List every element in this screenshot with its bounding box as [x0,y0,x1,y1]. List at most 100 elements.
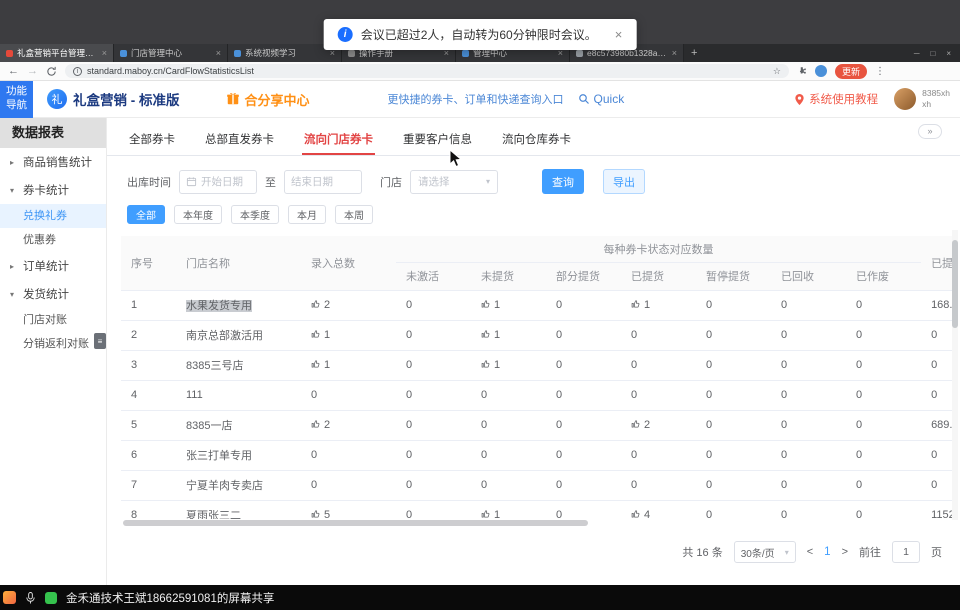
search-button[interactable]: 查询 [542,169,584,194]
sidebar-item-shipping-stats[interactable]: ▾ 发货统计 [0,280,106,308]
hscroll-thumb[interactable] [123,520,588,526]
cell-value: 0 [846,440,921,470]
chevron-down-icon: ▾ [486,177,490,186]
status-column-header: 未提货 [471,262,546,290]
cell-value[interactable]: 1 [301,320,396,350]
quick-filter-button[interactable]: 全部 [127,205,165,224]
close-window-icon[interactable]: × [946,49,951,58]
cell-value: 0 [546,440,621,470]
store-name: 水果发货专用 [186,300,252,312]
sidebar-item-product-sales[interactable]: ▸ 商品销售统计 [0,148,106,176]
start-date-placeholder: 开始日期 [201,174,243,189]
cell-value[interactable]: 2 [301,290,396,320]
browser-menu-icon[interactable]: ⋮ [875,66,885,77]
main-tab[interactable]: 总部直发券卡 [203,126,276,155]
export-button[interactable]: 导出 [603,169,645,194]
brand-title: 礼盒营销 - 标准版 [73,89,180,109]
new-tab-button[interactable]: + [691,47,697,59]
horizontal-scrollbar[interactable] [121,519,954,527]
cell-index: 1 [121,290,176,320]
sidebar-collapse-handle[interactable]: ≡ [94,333,106,349]
cell-value[interactable]: 4 [621,500,696,519]
browser-profile-avatar[interactable] [815,65,827,77]
back-icon[interactable]: ← [8,66,19,77]
cell-value[interactable]: 1 [471,500,546,519]
share-center-link[interactable]: 合分享中心 [226,90,310,109]
vscroll-thumb[interactable] [952,240,958,328]
cell-value[interactable]: 1 [471,350,546,380]
start-date-input[interactable]: 开始日期 [179,170,257,194]
extensions-icon[interactable] [797,66,807,76]
quick-filter-button[interactable]: 本年度 [174,205,222,224]
main-tab[interactable]: 重要客户信息 [401,126,474,155]
tab-close-icon[interactable]: × [216,48,221,58]
cell-value[interactable]: 2 [301,410,396,440]
forward-icon[interactable]: → [27,66,38,77]
tutorial-link[interactable]: 系统使用教程 [794,91,878,107]
main-tab[interactable]: 流向门店券卡 [302,126,375,155]
browser-tab[interactable]: 门店管理中心× [114,44,228,62]
goto-page-input[interactable]: 1 [892,541,920,563]
refresh-icon[interactable] [46,66,57,77]
sidebar-item-redeem-coupon[interactable]: 兑换礼券 [0,204,106,228]
quick-filter-button[interactable]: 本周 [335,205,373,224]
gift-icon [226,92,240,106]
function-nav-button[interactable]: 功能导航 [0,81,33,118]
meeting-app-icon[interactable] [3,591,16,604]
next-page-button[interactable]: > [842,546,848,558]
site-info-icon[interactable] [73,67,82,76]
cell-value: 0 [621,350,696,380]
vertical-scrollbar[interactable] [952,230,958,520]
tab-close-icon[interactable]: × [102,48,107,58]
tab-close-icon[interactable]: × [672,48,677,58]
cell-value[interactable]: 1 [471,290,546,320]
sidebar-item-rebate-reconciliation[interactable]: 分销返利对账 [0,332,106,356]
table-row: 2南京总部激活用101000000 [121,320,954,350]
current-page[interactable]: 1 [824,546,830,558]
sidebar-item-store-reconciliation[interactable]: 门店对账 [0,308,106,332]
store-name: 111 [186,389,203,401]
minimize-icon[interactable]: ─ [914,49,920,58]
update-chip[interactable]: 更新 [835,64,867,79]
cell-value[interactable]: 1 [301,350,396,380]
cell-value: 0 [696,410,771,440]
user-avatar[interactable] [894,88,916,110]
panel-collapse-button[interactable]: » [918,124,942,139]
sidebar-item-order-stats[interactable]: ▸ 订单统计 [0,252,106,280]
end-date-placeholder: 结束日期 [291,174,333,189]
table-row: 6张三打单专用000000000 [121,440,954,470]
thumb-up-icon [311,329,321,339]
bookmark-star-icon[interactable]: ☆ [773,66,781,77]
end-date-input[interactable]: 结束日期 [284,170,362,194]
table-row: 7宁夏羊肉专卖店000000000 [121,470,954,500]
cell-value: 0 [771,350,846,380]
sidebar-item-card-stats[interactable]: ▾ 券卡统计 [0,176,106,204]
cell-value: 0 [396,440,471,470]
prev-page-button[interactable]: < [807,546,813,558]
total-count: 共 16 条 [682,544,722,560]
quick-filter-button[interactable]: 本季度 [231,205,279,224]
quick-filter-button[interactable]: 本月 [288,205,326,224]
thumb-up-icon [481,329,491,339]
cell-value: 0 [771,440,846,470]
maximize-icon[interactable]: □ [930,49,935,58]
cell-value[interactable]: 2 [621,410,696,440]
status-column-header: 未激活 [396,262,471,290]
sidebar-item-discount-coupon[interactable]: 优惠券 [0,228,106,252]
mouse-cursor [449,149,462,168]
main-tab[interactable]: 全部券卡 [127,126,177,155]
cell-value[interactable]: 1 [621,290,696,320]
page-size-select[interactable]: 30条/页 ▾ [734,541,796,563]
main-tab[interactable]: 流向仓库券卡 [500,126,573,155]
user-name: 8385xh [922,88,950,99]
quick-search-link[interactable]: Quick [578,92,625,106]
cell-value: 0 [396,470,471,500]
cell-value[interactable]: 5 [301,500,396,519]
address-bar[interactable]: standard.maboy.cn/CardFlowStatisticsList… [65,64,789,78]
store-select[interactable]: 请选择 ▾ [410,170,498,194]
cell-value[interactable]: 1 [471,320,546,350]
toast-close-icon[interactable]: × [615,27,623,42]
cell-value: 168.0 [921,290,954,320]
browser-tab[interactable]: 礼盒营销平台管理中心× [0,44,114,62]
microphone-icon[interactable] [25,591,36,605]
